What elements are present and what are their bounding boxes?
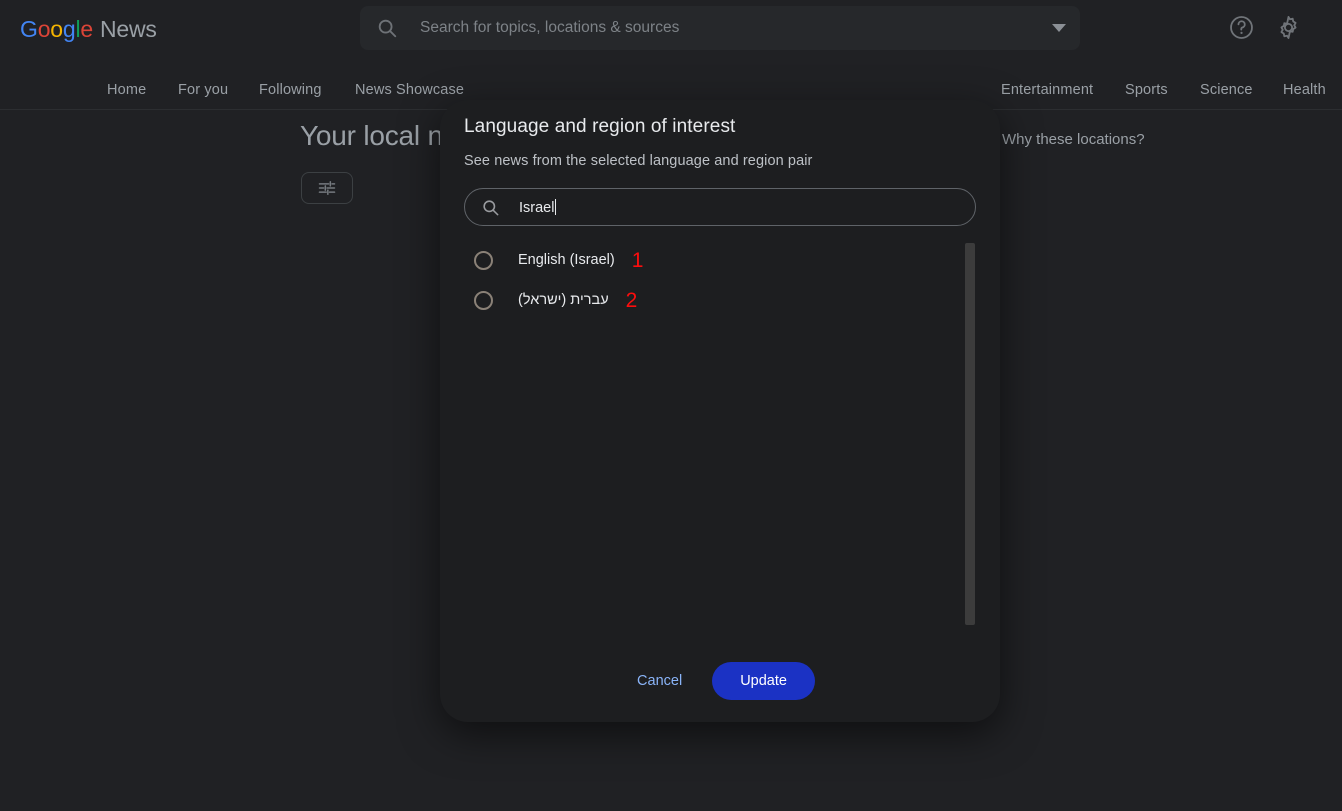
logo-letter-o1: o [37, 16, 51, 42]
nav-tab-health[interactable]: Health [1283, 72, 1326, 108]
nav-tab-sports[interactable]: Sports [1125, 72, 1168, 108]
logo-letter-e: e [80, 16, 93, 42]
google-news-logo[interactable]: Google News [20, 16, 157, 43]
search-icon [483, 199, 499, 215]
dialog-actions: Cancel Update [440, 662, 1000, 700]
dialog-scrollbar[interactable] [965, 243, 975, 628]
language-options-list: English (Israel) 1 עברית (ישראל) 2 [440, 240, 1000, 632]
annotation-marker-1: 1 [631, 248, 644, 272]
nav-tab-for-you[interactable]: For you [178, 72, 228, 108]
dialog-subtitle: See news from the selected language and … [464, 153, 813, 169]
annotation-marker-2: 2 [625, 288, 638, 312]
tune-settings-button[interactable] [301, 172, 353, 204]
radio-button-hebrew-israel[interactable] [474, 290, 493, 310]
cancel-button[interactable]: Cancel [625, 663, 694, 699]
language-region-dialog: Language and region of interest See news… [440, 100, 1000, 722]
dialog-search-text: Israel [519, 199, 555, 216]
option-row-english-israel[interactable]: English (Israel) 1 [440, 240, 1000, 280]
dialog-search-field[interactable]: Israel [464, 188, 976, 226]
radio-button-english-israel[interactable] [474, 250, 493, 270]
page-title: Your local n [300, 120, 443, 151]
search-input[interactable]: Search for topics, locations & sources [420, 19, 1042, 37]
top-bar-actions [1228, 14, 1302, 41]
nav-tab-entertainment[interactable]: Entertainment [1001, 72, 1093, 108]
logo-letter-g2: g [62, 16, 76, 42]
logo-letter-o2: o [50, 16, 63, 42]
nav-tab-home[interactable]: Home [107, 72, 146, 108]
option-row-hebrew-israel[interactable]: עברית (ישראל) 2 [440, 280, 1000, 320]
logo-news-word: News [100, 16, 157, 42]
option-label: עברית (ישראל) [518, 292, 609, 308]
text-cursor [555, 198, 557, 215]
chevron-down-icon[interactable] [1052, 24, 1066, 32]
dialog-search-input[interactable]: Israel [519, 198, 557, 216]
logo-letter-g: G [20, 16, 38, 42]
tune-sliders-icon [318, 181, 336, 195]
nav-tab-news-showcase[interactable]: News Showcase [355, 72, 464, 108]
gear-icon[interactable] [1275, 14, 1302, 41]
top-bar: Google News Search for topics, locations … [0, 0, 1342, 56]
why-these-locations-link[interactable]: Why these locations? [1002, 131, 1145, 148]
dialog-title: Language and region of interest [464, 116, 736, 137]
option-label: English (Israel) [518, 252, 615, 268]
dialog-scrollbar-thumb[interactable] [965, 243, 975, 625]
search-bar[interactable]: Search for topics, locations & sources [360, 6, 1080, 50]
search-icon [378, 19, 397, 38]
help-circle-icon[interactable] [1228, 14, 1255, 41]
nav-tab-science[interactable]: Science [1200, 72, 1253, 108]
update-button[interactable]: Update [712, 662, 815, 700]
nav-tab-following[interactable]: Following [259, 72, 322, 108]
